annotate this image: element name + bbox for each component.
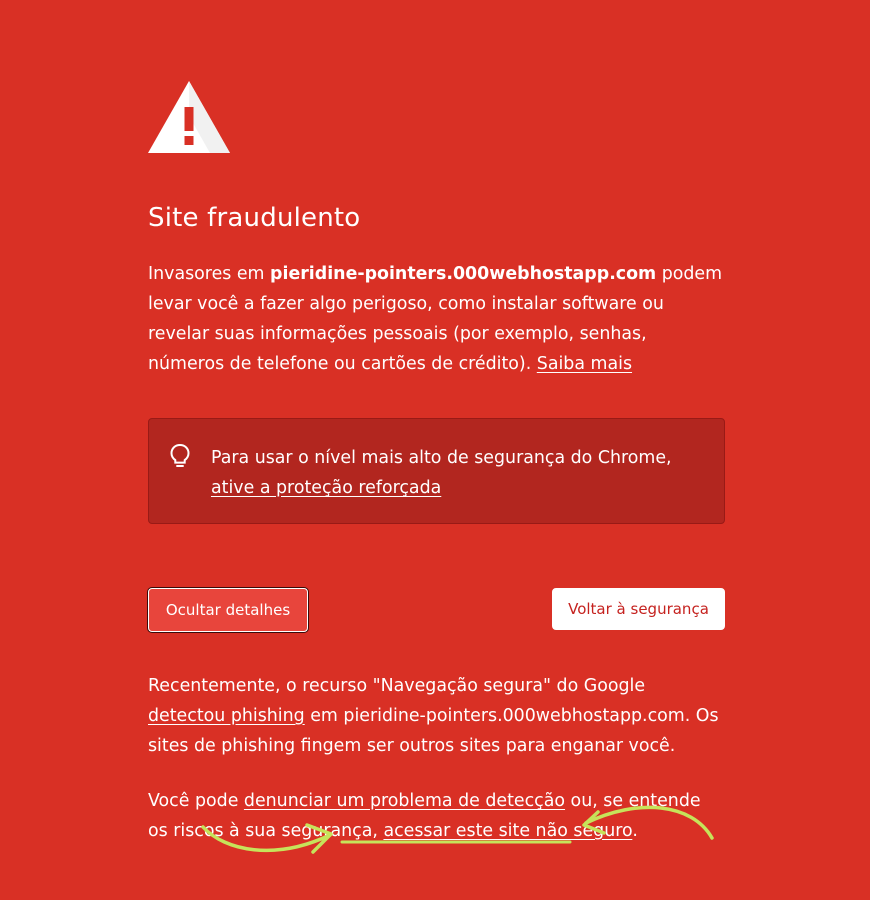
page-title: Site fraudulento xyxy=(148,203,361,233)
lightbulb-icon xyxy=(170,443,190,467)
enhanced-protection-box: Para usar o nível mais alto de segurança… xyxy=(148,418,725,524)
visit-unsafe-site-link[interactable]: acessar este site não seguro xyxy=(383,821,632,841)
warning-triangle-icon xyxy=(148,81,230,153)
back-to-safety-button[interactable]: Voltar à segurança xyxy=(552,588,725,630)
report-detection-problem-link[interactable]: denunciar um problema de detecção xyxy=(244,791,565,811)
learn-more-link[interactable]: Saiba mais xyxy=(537,354,632,374)
detected-phishing-link[interactable]: detectou phishing xyxy=(148,706,305,726)
intro-text: Invasores em pieridine-pointers.000webho… xyxy=(148,264,723,374)
enable-enhanced-protection-link[interactable]: ative a proteção reforçada xyxy=(211,478,441,498)
enhanced-protection-text: Para usar o nível mais alto de segurança… xyxy=(211,448,672,498)
details-paragraph-phishing: Recentemente, o recurso "Navegação segur… xyxy=(148,676,719,756)
site-domain: pieridine-pointers.000webhostapp.com xyxy=(270,264,657,284)
hide-details-button[interactable]: Ocultar detalhes xyxy=(148,588,308,632)
details-paragraph-options: Você pode denunciar um problema de detec… xyxy=(148,791,701,841)
